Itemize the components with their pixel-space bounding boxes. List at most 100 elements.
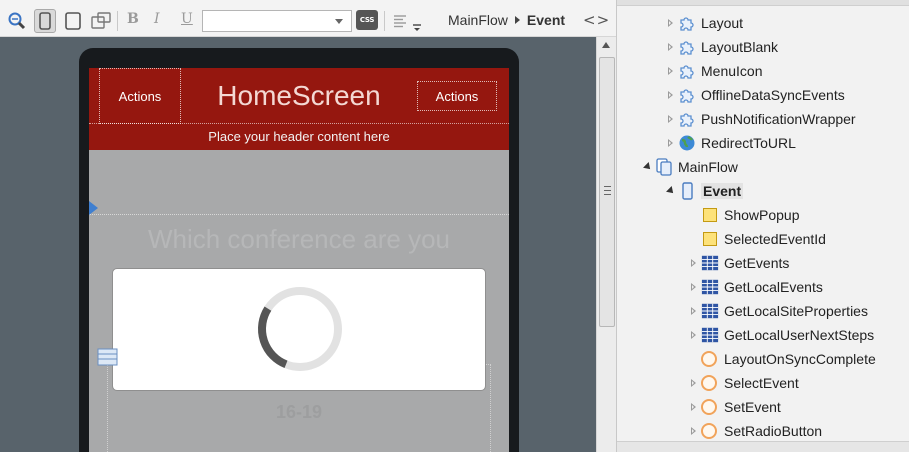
tree-item-showpopup[interactable]: ShowPopup [689,204,800,226]
toolbar-divider [384,11,385,31]
action-icon [701,351,717,367]
puzzle-icon [678,110,696,128]
expand-arrow-icon[interactable] [689,258,698,269]
phone-screen[interactable]: Actions HomeScreen Actions Place your he… [89,68,509,452]
tree-item-layout[interactable]: Layout [666,12,743,34]
breadcrumb-screen[interactable]: Event [527,12,565,28]
puzzle-icon [678,14,696,32]
zoom-icon[interactable] [6,9,28,33]
collapse-arrow-icon[interactable] [642,162,653,173]
screen-header[interactable]: Actions HomeScreen Actions Place your he… [89,68,509,150]
canvas-scrollbar[interactable] [596,37,616,452]
content-guide-line [89,214,509,215]
bold-button[interactable]: B [127,11,139,27]
tree-item-label: SetEvent [724,399,781,415]
tablet-preview-button[interactable] [62,9,84,33]
tree-item-selectevent[interactable]: SelectEvent [689,372,799,394]
style-class-select[interactable] [202,10,352,32]
tree-item-layoutblank[interactable]: LayoutBlank [666,36,778,58]
tree-item-event[interactable]: Event [665,180,744,202]
variable-icon [703,208,717,222]
css-button[interactable]: CSS [356,10,378,30]
design-canvas[interactable]: Actions HomeScreen Actions Place your he… [0,37,596,452]
aggregate-icon [701,278,719,296]
action-icon [701,423,717,439]
tree-item-selectedeventid[interactable]: SelectedEventId [689,228,826,250]
header-right-actions[interactable]: Actions [417,81,497,111]
italic-button[interactable]: I [154,11,160,27]
loading-spinner-icon [258,287,342,371]
grip-icon [604,186,611,195]
loading-popup[interactable] [112,268,486,391]
app-window: B I U CSS MainFlow Event <> Actions Home… [0,0,909,452]
scroll-thumb[interactable] [599,57,615,327]
tree-item-label: GetLocalSiteProperties [724,303,868,319]
expand-arrow-icon[interactable] [666,138,675,149]
tree-item-label: SelectedEventId [724,231,826,247]
expand-arrow-icon[interactable] [689,306,698,317]
screen-editor: B I U CSS MainFlow Event <> Actions Home… [0,0,616,452]
align-icon[interactable] [389,9,411,33]
phone-frame: Actions HomeScreen Actions Place your he… [79,48,519,452]
tree-item-label: PushNotificationWrapper [701,111,856,127]
expand-arrow-icon[interactable] [689,378,698,389]
flow-icon [655,158,673,176]
underline-button[interactable]: U [181,11,193,27]
expand-arrow-icon[interactable] [689,426,698,437]
tree-item-label: SetRadioButton [724,423,823,439]
collapse-arrow-icon[interactable] [665,186,676,197]
tree-item-label: OfflineDataSyncEvents [701,87,845,103]
tree-item-layoutonsynccomplete[interactable]: LayoutOnSyncComplete [689,348,876,370]
variable-icon [703,232,717,246]
phone-preview-button[interactable] [34,9,56,33]
expand-arrow-icon[interactable] [666,90,675,101]
tree-item-label: Event [701,183,744,199]
puzzle-icon [678,86,696,104]
puzzle-icon [678,38,696,56]
tree-item-label: GetEvents [724,255,790,271]
scroll-up-icon[interactable] [602,42,610,48]
tree-item-getlocalsiteproperties[interactable]: GetLocalSiteProperties [689,300,868,322]
mobile-screen-icon [678,182,696,200]
insertion-marker-icon[interactable] [89,201,98,215]
expand-arrow-icon[interactable] [666,66,675,77]
expand-arrow-icon[interactable] [689,282,698,293]
expand-arrow-icon[interactable] [689,330,698,341]
tree-item-offlinedatasyncevents[interactable]: OfflineDataSyncEvents [666,84,845,106]
action-icon [701,375,717,391]
container-widget-icon[interactable] [97,348,118,366]
aggregate-icon [701,326,719,344]
aggregate-icon [701,254,719,272]
globe-icon [678,134,696,152]
tree-item-label: GetLocalEvents [724,279,823,295]
tree-horizontal-scrollbar[interactable] [617,441,909,452]
date-range-text[interactable]: 16-19 [89,402,509,423]
expand-arrow-icon[interactable] [666,18,675,29]
tree-item-setradiobutton[interactable]: SetRadioButton [689,420,822,442]
breadcrumb: MainFlow Event [448,12,565,28]
tree-item-getevents[interactable]: GetEvents [689,252,789,274]
expand-arrow-icon[interactable] [666,42,675,53]
expand-arrow-icon[interactable] [689,402,698,413]
tree-top-border [617,0,909,6]
tree-item-pushnotificationwrapper[interactable]: PushNotificationWrapper [666,108,856,130]
action-icon [701,399,717,415]
more-options-icon[interactable] [412,22,422,34]
tree-item-getlocalusernextsteps[interactable]: GetLocalUserNextSteps [689,324,874,346]
conference-question-text[interactable]: Which conference are you [89,224,509,255]
header-content-placeholder[interactable]: Place your header content here [89,124,509,150]
tree-item-mainflow[interactable]: MainFlow [642,156,738,178]
orientation-toggle-button[interactable] [90,9,112,33]
tree-item-setevent[interactable]: SetEvent [689,396,781,418]
expand-arrow-icon[interactable] [666,114,675,125]
breadcrumb-flow[interactable]: MainFlow [448,12,508,28]
tree-item-menuicon[interactable]: MenuIcon [666,60,762,82]
tree-item-label: GetLocalUserNextSteps [724,327,875,343]
tree-item-getlocalevents[interactable]: GetLocalEvents [689,276,823,298]
aggregate-icon [701,302,719,320]
tree-item-redirecttourl[interactable]: RedirectToURL [666,132,796,154]
elements-tree: Layout LayoutBlank MenuIcon OfflineDataSync… [616,0,909,452]
code-toggle-button[interactable]: <> [583,11,610,29]
